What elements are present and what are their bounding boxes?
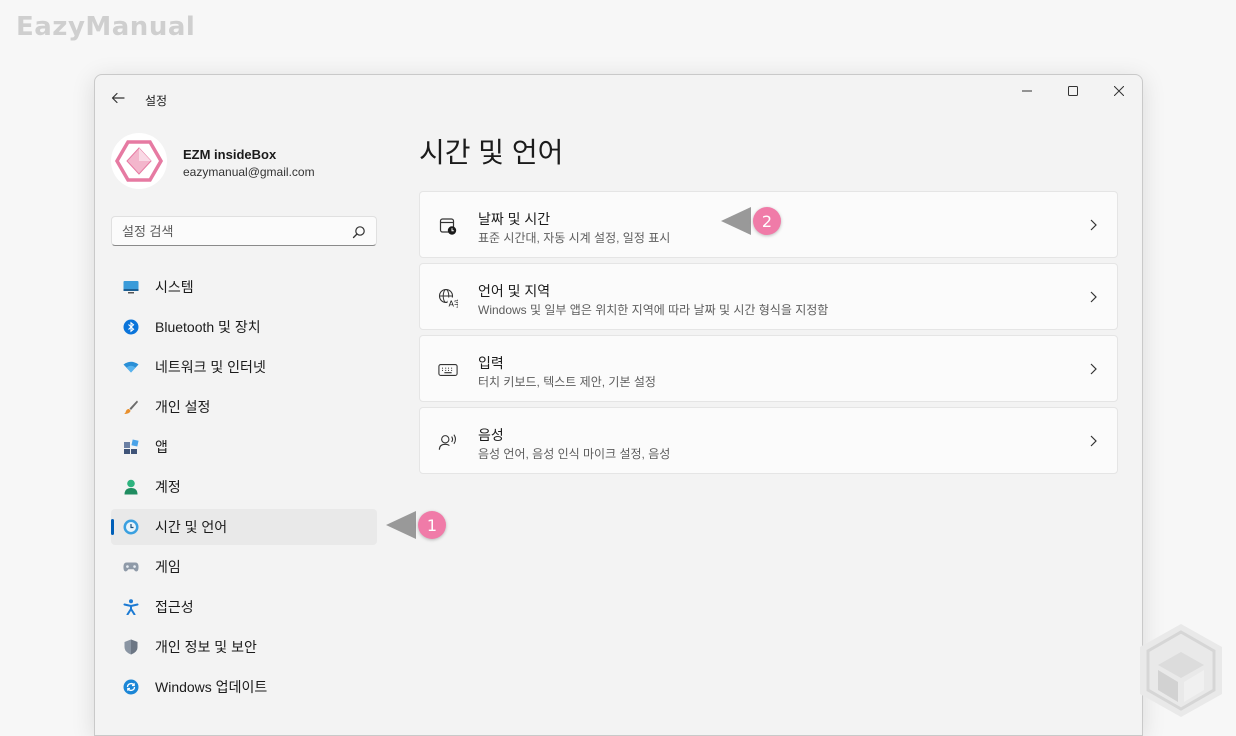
maximize-button[interactable] <box>1050 75 1096 107</box>
card-language-region[interactable]: A字 언어 및 지역 Windows 및 일부 앱은 위치한 지역에 따라 날짜… <box>419 263 1118 330</box>
shield-icon <box>123 639 139 655</box>
speech-icon <box>438 432 458 452</box>
chevron-right-icon <box>1090 219 1097 231</box>
annotation-badge: 1 <box>418 511 446 539</box>
chevron-right-icon <box>1090 363 1097 375</box>
card-speech[interactable]: 음성 음성 언어, 음성 인식 마이크 설정, 음성 <box>419 407 1118 474</box>
sidebar-item-label: 게임 <box>155 559 181 575</box>
profile-email: eazymanual@gmail.com <box>183 165 315 179</box>
sidebar-item-privacy[interactable]: 개인 정보 및 보안 <box>111 629 377 665</box>
annotation-step-2: 2 <box>721 207 781 235</box>
card-description: 표준 시간대, 자동 시계 설정, 일정 표시 <box>478 231 671 245</box>
annotation-badge: 2 <box>753 207 781 235</box>
sidebar-item-label: 개인 설정 <box>155 399 211 415</box>
sidebar-item-label: 네트워크 및 인터넷 <box>155 359 266 375</box>
bluetooth-icon <box>123 319 139 335</box>
card-title: 입력 <box>478 355 504 371</box>
page-title: 시간 및 언어 <box>419 137 564 168</box>
card-title: 날짜 및 시간 <box>478 211 551 227</box>
chevron-right-icon <box>1090 291 1097 303</box>
card-description: Windows 및 일부 앱은 위치한 지역에 따라 날짜 및 시간 형식을 지… <box>478 303 829 317</box>
monitor-icon <box>123 279 139 295</box>
sidebar-item-accessibility[interactable]: 접근성 <box>111 589 377 625</box>
sidebar-item-bluetooth[interactable]: Bluetooth 및 장치 <box>111 309 377 345</box>
sidebar-item-accounts[interactable]: 계정 <box>111 469 377 505</box>
card-description: 터치 키보드, 텍스트 제안, 기본 설정 <box>478 375 656 389</box>
sidebar-item-label: Windows 업데이트 <box>155 679 268 695</box>
sidebar-item-windows-update[interactable]: Windows 업데이트 <box>111 669 377 705</box>
avatar <box>111 133 167 189</box>
svg-text:A字: A字 <box>449 299 459 309</box>
globe-clock-icon <box>123 519 139 535</box>
sidebar-item-apps[interactable]: 앱 <box>111 429 377 465</box>
sidebar-item-label: 시스템 <box>155 279 194 295</box>
ezm-logo-icon <box>114 140 164 182</box>
sidebar-item-label: 계정 <box>155 479 181 495</box>
back-button[interactable] <box>107 87 129 109</box>
arrow-left-icon <box>111 92 125 104</box>
sidebar-item-label: 개인 정보 및 보안 <box>155 639 257 655</box>
calendar-clock-icon <box>438 216 458 236</box>
card-typing[interactable]: 입력 터치 키보드, 텍스트 제안, 기본 설정 <box>419 335 1118 402</box>
app-title: 설정 <box>145 94 168 108</box>
chevron-right-icon <box>1090 435 1097 447</box>
title-bar: 설정 <box>95 75 1142 121</box>
annotation-arrow <box>721 207 751 235</box>
card-title: 언어 및 지역 <box>478 283 551 299</box>
profile-name: EZM insideBox <box>183 147 277 162</box>
search-box <box>111 216 377 246</box>
gamepad-icon <box>123 559 139 575</box>
sidebar-item-system[interactable]: 시스템 <box>111 269 377 305</box>
cube-logo-icon <box>1140 624 1222 717</box>
sidebar-item-gaming[interactable]: 게임 <box>111 549 377 585</box>
sidebar-item-label: Bluetooth 및 장치 <box>155 319 261 335</box>
language-icon: A字 <box>438 288 458 308</box>
watermark-text: EazyManual <box>16 12 196 42</box>
sidebar-item-label: 접근성 <box>155 599 194 615</box>
search-input[interactable] <box>112 217 362 245</box>
sidebar-nav: 시스템 Bluetooth 및 장치 네트워크 및 인터넷 개인 설정 앱 계정… <box>111 269 377 709</box>
close-icon <box>1114 86 1124 96</box>
apps-icon <box>123 439 139 455</box>
wifi-icon <box>123 359 139 375</box>
close-button[interactable] <box>1096 75 1142 107</box>
sidebar-item-time-language[interactable]: 시간 및 언어 <box>111 509 377 545</box>
search-icon[interactable] <box>352 225 366 239</box>
brush-icon <box>123 399 139 415</box>
profile-card[interactable]: EZM insideBox eazymanual@gmail.com <box>111 133 381 189</box>
minimize-button[interactable] <box>1004 75 1050 107</box>
sidebar-item-label: 시간 및 언어 <box>155 519 228 535</box>
sidebar-item-personalization[interactable]: 개인 설정 <box>111 389 377 425</box>
accessibility-icon <box>123 599 139 615</box>
keyboard-icon <box>438 360 458 380</box>
card-title: 음성 <box>478 427 504 443</box>
annotation-step-1: 1 <box>386 511 446 539</box>
maximize-icon <box>1068 86 1078 96</box>
minimize-icon <box>1022 90 1032 92</box>
person-icon <box>123 479 139 495</box>
annotation-arrow <box>386 511 416 539</box>
card-description: 음성 언어, 음성 인식 마이크 설정, 음성 <box>478 447 671 461</box>
sidebar-item-network[interactable]: 네트워크 및 인터넷 <box>111 349 377 385</box>
settings-window: 설정 EZM insideBox eazymanual@gmail.com 설정… <box>94 74 1143 736</box>
sidebar-item-label: 앱 <box>155 439 168 455</box>
update-icon <box>123 679 139 695</box>
